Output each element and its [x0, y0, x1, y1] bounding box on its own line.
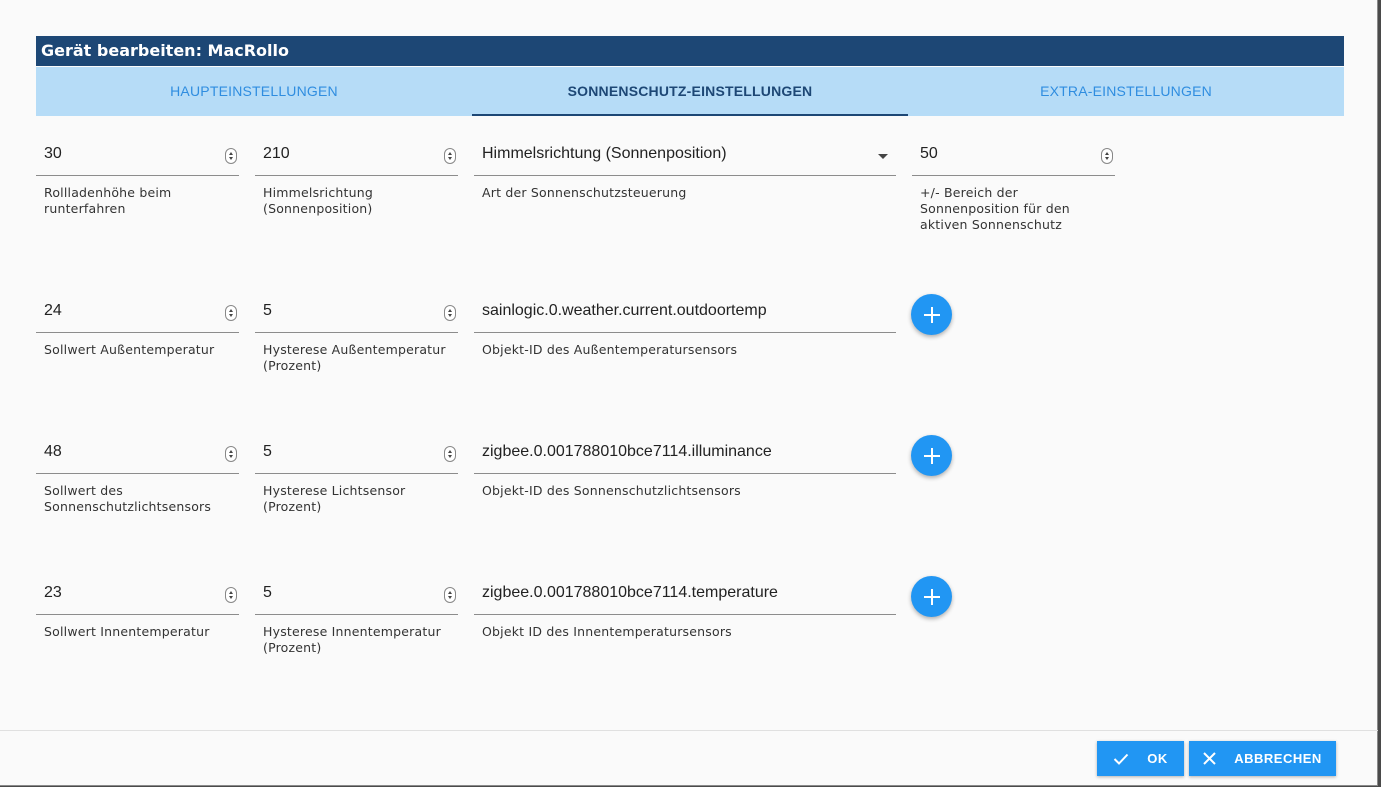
- light-hysteresis-input[interactable]: 5: [255, 433, 458, 474]
- footer-divider: [0, 730, 1378, 731]
- inside-temp-object-label: Objekt ID des Innentemperatursensors: [482, 624, 732, 639]
- shutter-height-field: 30 Rollladenhöhe beim runterfahren: [36, 135, 239, 217]
- light-setpoint-field: 48 Sollwert des Sonnenschutzlichtsensors: [36, 433, 239, 515]
- ok-button[interactable]: OK: [1097, 741, 1184, 776]
- spinner-icon[interactable]: [444, 148, 456, 164]
- sun-control-type-value: Himmelsrichtung (Sonnenposition): [482, 145, 727, 162]
- inside-temp-object-input[interactable]: zigbee.0.001788010bce7114.temperature: [474, 574, 896, 615]
- inside-temp-setpoint-value: 23: [44, 584, 62, 601]
- sun-range-input[interactable]: 50: [912, 135, 1115, 176]
- spinner-icon[interactable]: [444, 446, 456, 462]
- sun-range-value: 50: [920, 145, 938, 162]
- tab-sun-protection-settings[interactable]: SONNENSCHUTZ-EINSTELLUNGEN: [472, 67, 908, 116]
- ok-button-label: OK: [1147, 751, 1168, 766]
- sun-control-type-label: Art der Sonnenschutzsteuerung: [482, 185, 687, 200]
- light-setpoint-label: Sollwert des Sonnenschutzlichtsensors: [44, 483, 212, 514]
- spinner-icon[interactable]: [225, 305, 237, 321]
- inside-temp-setpoint-field: 23 Sollwert Innentemperatur: [36, 574, 239, 640]
- sun-direction-field: 210 Himmelsrichtung (Sonnenposition): [255, 135, 458, 217]
- close-icon: [1203, 752, 1216, 765]
- outside-temp-object-input[interactable]: sainlogic.0.weather.current.outdoortemp: [474, 292, 896, 333]
- shutter-height-input[interactable]: 30: [36, 135, 239, 176]
- outside-temp-setpoint-field: 24 Sollwert Außentemperatur: [36, 292, 239, 358]
- spinner-icon[interactable]: [1101, 148, 1113, 164]
- sun-control-type-field: Himmelsrichtung (Sonnenposition) Art der…: [474, 135, 896, 201]
- light-object-label: Objekt-ID des Sonnenschutzlichtsensors: [482, 483, 741, 498]
- tab-main-settings[interactable]: HAUPTEINSTELLUNGEN: [36, 67, 472, 116]
- sun-range-label: +/- Bereich der Sonnenposition für den a…: [920, 185, 1070, 232]
- tab-extra-settings[interactable]: EXTRA-EINSTELLUNGEN: [908, 67, 1344, 116]
- inside-temp-object-value: zigbee.0.001788010bce7114.temperature: [482, 584, 778, 601]
- outside-temp-hysteresis-label: Hysterese Außentemperatur (Prozent): [263, 342, 446, 373]
- inside-temp-object-field: zigbee.0.001788010bce7114.temperature Ob…: [474, 574, 896, 640]
- spinner-icon[interactable]: [225, 587, 237, 603]
- cancel-button[interactable]: ABBRECHEN: [1189, 741, 1336, 776]
- dialog-title: Gerät bearbeiten: MacRollo: [36, 36, 1344, 66]
- add-outside-temp-object-button[interactable]: [911, 294, 952, 335]
- tab-bar: HAUPTEINSTELLUNGEN SONNENSCHUTZ-EINSTELL…: [36, 67, 1344, 116]
- light-hysteresis-field: 5 Hysterese Lichtsensor (Prozent): [255, 433, 458, 515]
- spinner-icon[interactable]: [225, 446, 237, 462]
- outside-temp-object-field: sainlogic.0.weather.current.outdoortemp …: [474, 292, 896, 358]
- inside-temp-hysteresis-field: 5 Hysterese Innentemperatur (Prozent): [255, 574, 458, 656]
- inside-temp-hysteresis-value: 5: [263, 584, 272, 601]
- sun-direction-value: 210: [263, 145, 290, 162]
- spinner-icon[interactable]: [444, 305, 456, 321]
- sun-range-field: 50 +/- Bereich der Sonnenposition für de…: [912, 135, 1115, 233]
- sun-direction-label: Himmelsrichtung (Sonnenposition): [263, 185, 373, 216]
- sun-direction-input[interactable]: 210: [255, 135, 458, 176]
- add-inside-temp-object-button[interactable]: [911, 576, 952, 617]
- outside-temp-hysteresis-value: 5: [263, 302, 272, 319]
- light-object-field: zigbee.0.001788010bce7114.illuminance Ob…: [474, 433, 896, 499]
- light-object-value: zigbee.0.001788010bce7114.illuminance: [482, 443, 772, 460]
- outside-temp-setpoint-value: 24: [44, 302, 62, 319]
- sun-control-type-select[interactable]: Himmelsrichtung (Sonnenposition): [474, 135, 896, 176]
- light-hysteresis-label: Hysterese Lichtsensor (Prozent): [263, 483, 406, 514]
- add-light-object-button[interactable]: [911, 435, 952, 476]
- shutter-height-value: 30: [44, 145, 62, 162]
- cancel-button-label: ABBRECHEN: [1234, 751, 1322, 766]
- outside-temp-hysteresis-field: 5 Hysterese Außentemperatur (Prozent): [255, 292, 458, 374]
- light-object-input[interactable]: zigbee.0.001788010bce7114.illuminance: [474, 433, 896, 474]
- spinner-icon[interactable]: [225, 148, 237, 164]
- dropdown-arrow-icon[interactable]: [878, 154, 888, 159]
- inside-temp-setpoint-input[interactable]: 23: [36, 574, 239, 615]
- outside-temp-object-value: sainlogic.0.weather.current.outdoortemp: [482, 302, 767, 319]
- outside-temp-object-label: Objekt-ID des Außentemperatursensors: [482, 342, 738, 357]
- light-setpoint-value: 48: [44, 443, 62, 460]
- check-icon: [1114, 753, 1129, 765]
- light-hysteresis-value: 5: [263, 443, 272, 460]
- spinner-icon[interactable]: [444, 587, 456, 603]
- outside-temp-hysteresis-input[interactable]: 5: [255, 292, 458, 333]
- outside-temp-setpoint-input[interactable]: 24: [36, 292, 239, 333]
- outside-temp-setpoint-label: Sollwert Außentemperatur: [44, 342, 215, 357]
- inside-temp-hysteresis-label: Hysterese Innentemperatur (Prozent): [263, 624, 441, 655]
- edit-device-dialog: Gerät bearbeiten: MacRollo HAUPTEINSTELL…: [0, 0, 1378, 786]
- shutter-height-label: Rollladenhöhe beim runterfahren: [44, 185, 172, 216]
- inside-temp-hysteresis-input[interactable]: 5: [255, 574, 458, 615]
- inside-temp-setpoint-label: Sollwert Innentemperatur: [44, 624, 210, 639]
- light-setpoint-input[interactable]: 48: [36, 433, 239, 474]
